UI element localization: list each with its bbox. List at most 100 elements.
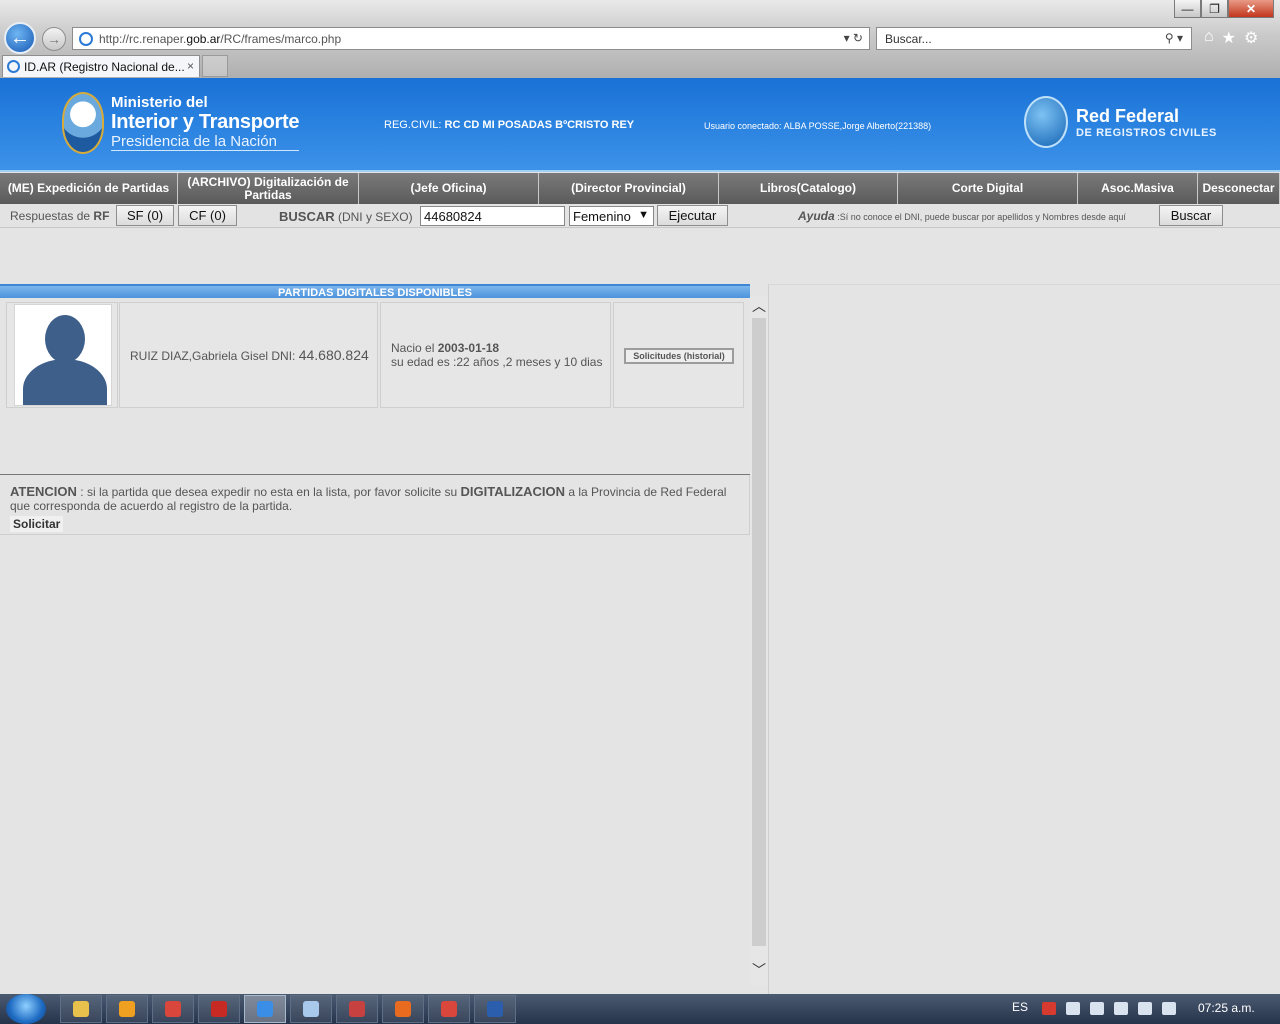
buscar-label: BUSCAR (DNI y SEXO) (279, 209, 413, 224)
restore-button[interactable]: ❐ (1201, 0, 1228, 18)
home-icon[interactable]: ⌂ (1204, 28, 1214, 48)
record-birth-info: Nacio el 2003-01-18 su edad es :22 años … (391, 341, 603, 369)
scroll-down-icon[interactable]: ﹀ (750, 960, 768, 980)
taskbar: ES 07:25 a.m. (0, 994, 1280, 1024)
gear-icon[interactable]: ⚙ (1244, 28, 1258, 48)
rf-subtitle: DE REGISTROS CIVILES (1076, 127, 1217, 139)
ministry-logo: Ministerio del Interior y Transporte Pre… (111, 94, 300, 151)
argentina-emblem-icon (62, 92, 104, 154)
cf-button[interactable]: CF (0) (178, 205, 237, 226)
language-indicator[interactable]: ES (1012, 1000, 1028, 1014)
address-bar[interactable]: http://rc.renaper.gob.ar/RC/frames/marco… (72, 27, 870, 50)
browser-tab[interactable]: ID.AR (Registro Nacional de... × (2, 55, 200, 77)
forward-arrow-icon[interactable]: → (42, 27, 66, 51)
tab-ie-icon (7, 60, 20, 73)
search-input[interactable]: Buscar... ⚲ ▾ (876, 27, 1192, 50)
header-banner: Ministerio del Interior y Transporte Pre… (0, 78, 1280, 172)
birth-date: 2003-01-18 (437, 341, 500, 355)
flag-icon[interactable] (1138, 1002, 1152, 1015)
antivirus-tray-icon[interactable] (1042, 1002, 1056, 1015)
acrobat-icon (211, 1001, 227, 1017)
folder-icon (73, 1001, 89, 1017)
firefox-icon (395, 1001, 411, 1017)
clock[interactable]: 07:25 a.m. (1198, 1001, 1255, 1015)
main-menu: (ME) Expedición de Partidas (ARCHIVO) Di… (0, 173, 1280, 204)
chrome-icon (165, 1001, 181, 1017)
taskbar-chrome[interactable] (152, 995, 194, 1023)
chrome-icon (441, 1001, 457, 1017)
scroll-up-icon[interactable]: ︿ (750, 296, 768, 316)
registry-info: REG.CIVIL: RC CD MI POSADAS BºCRISTO REY (384, 119, 634, 131)
taskbar-presentation[interactable] (336, 995, 378, 1023)
taskbar-notepad[interactable] (290, 995, 332, 1023)
taskbar-media[interactable] (106, 995, 148, 1023)
person-avatar (14, 304, 112, 406)
solicitar-button[interactable]: Solicitar (10, 516, 64, 532)
taskbar-acrobat[interactable] (198, 995, 240, 1023)
media-player-icon (119, 1001, 135, 1017)
volume-icon[interactable] (1114, 1002, 1128, 1015)
registry-value: RC CD MI POSADAS BºCRISTO REY (444, 119, 635, 131)
favorites-star-icon[interactable]: ★ (1222, 28, 1236, 48)
record-name: RUIZ DIAZ,Gabriela Gisel DNI: 44.680.824 (130, 347, 369, 363)
results-scrollbar[interactable]: ︿ ﹀ (750, 296, 768, 986)
display-tray-icon[interactable] (1090, 1002, 1104, 1015)
connected-user: Usuario conectado: ALBA POSSE,Jorge Albe… (704, 121, 931, 131)
chevron-down-icon: ▼ (638, 209, 649, 221)
scroll-thumb[interactable] (752, 318, 766, 946)
sex-select-value: Femenino (573, 208, 631, 224)
address-url: http://rc.renaper.gob.ar/RC/frames/marco… (99, 31, 342, 46)
ministry-line2: Interior y Transporte (111, 111, 300, 133)
globe-icon (1024, 96, 1068, 148)
menu-libros-catalogo[interactable]: Libros(Catalogo) (719, 173, 898, 204)
network-tray-icon[interactable] (1066, 1002, 1080, 1015)
presentation-icon (349, 1001, 365, 1017)
user-label: Usuario conectado: (704, 121, 782, 131)
menu-corte-digital[interactable]: Corte Digital (898, 173, 1078, 204)
ayuda-text: Ayuda :Sí no conoce el DNI, puede buscar… (798, 209, 1126, 223)
browser-toolbar: ⌂ ★ ⚙ (1204, 28, 1258, 48)
buscar-button[interactable]: Buscar (1159, 205, 1223, 226)
new-tab-button[interactable] (202, 55, 228, 77)
attention-text: ATENCION : si la partida que desea exped… (10, 484, 727, 514)
search-icon[interactable]: ⚲ ▾ (1165, 31, 1183, 45)
power-tray-icon[interactable] (1162, 1002, 1176, 1015)
notepad-icon (303, 1001, 319, 1017)
windows-start-icon[interactable] (6, 994, 46, 1024)
menu-expedicion-partidas[interactable]: (ME) Expedición de Partidas (0, 173, 178, 204)
browser-chrome: — ❐ ✕ ← → http://rc.renaper.gob.ar/RC/fr… (0, 0, 1280, 80)
avatar-body (23, 359, 107, 405)
rf-title: Red Federal (1076, 106, 1180, 126)
right-panel (768, 284, 1280, 994)
menu-desconectar[interactable]: Desconectar (1198, 173, 1280, 204)
ejecutar-button[interactable]: Ejecutar (657, 205, 728, 226)
menu-director-provincial[interactable]: (Director Provincial) (539, 173, 719, 204)
minimize-button[interactable]: — (1174, 0, 1201, 18)
menu-jefe-oficina[interactable]: (Jefe Oficina) (359, 173, 539, 204)
sex-select[interactable]: Femenino ▼ (569, 206, 654, 226)
taskbar-chrome-2[interactable] (428, 995, 470, 1023)
attention-notice: ATENCION : si la partida que desea exped… (0, 475, 750, 535)
ministry-line1: Ministerio del (111, 94, 208, 111)
dni-input[interactable] (420, 206, 565, 226)
taskbar-explorer[interactable] (60, 995, 102, 1023)
taskbar-internet-explorer[interactable] (244, 995, 286, 1023)
close-button[interactable]: ✕ (1228, 0, 1274, 18)
refresh-icon[interactable]: ▾ ↻ (844, 31, 863, 45)
avatar-head (45, 315, 85, 363)
menu-digitalizacion-partidas[interactable]: (ARCHIVO) Digitalización de Partidas (178, 173, 359, 204)
results-header: PARTIDAS DIGITALES DISPONIBLES (0, 284, 750, 299)
red-federal-logo: Red Federal DE REGISTROS CIVILES (1076, 106, 1217, 139)
back-arrow-icon[interactable]: ← (4, 22, 36, 54)
record-age: su edad es :22 años ,2 meses y 10 dias (391, 355, 603, 369)
window-controls: — ❐ ✕ (1174, 0, 1274, 18)
sf-button[interactable]: SF (0) (116, 205, 174, 226)
tab-close-icon[interactable]: × (187, 59, 194, 73)
record-dni: 44.680.824 (298, 347, 369, 363)
user-value: ALBA POSSE,Jorge Alberto(221388) (783, 121, 932, 131)
menu-asoc-masiva[interactable]: Asoc.Masiva (1078, 173, 1198, 204)
taskbar-firefox[interactable] (382, 995, 424, 1023)
history-button[interactable]: Solicitudes (historial) (624, 348, 734, 364)
word-icon (487, 1001, 503, 1017)
taskbar-word[interactable] (474, 995, 516, 1023)
